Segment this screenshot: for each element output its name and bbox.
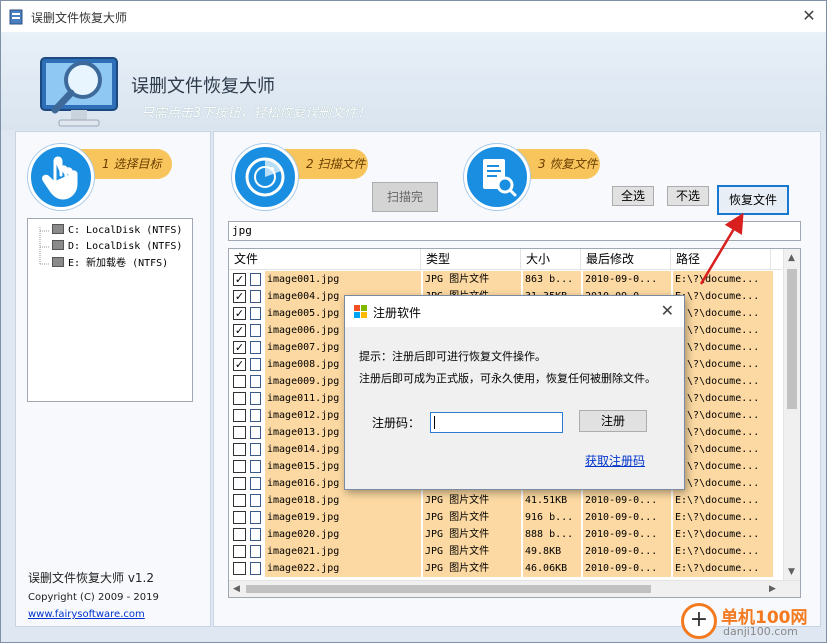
- plus-circle-logo-icon: +: [681, 603, 717, 639]
- registration-code-input[interactable]: [430, 412, 563, 433]
- watermark-url: danji100.com: [723, 625, 798, 638]
- text-caret: [434, 416, 435, 429]
- code-label: 注册码：: [372, 416, 421, 430]
- dialog-hint-line-2: 注册后即可成为正式版，可永久使用，恢复任何被删除文件。: [359, 372, 656, 385]
- arrow-to-recover-button: [699, 212, 744, 285]
- register-dialog: 注册软件 ✕ 提示：注册后即可进行恢复文件操作。 注册后即可成为正式版，可永久使…: [344, 295, 685, 490]
- watermark: + 单机100网 danji100.com: [681, 601, 826, 642]
- register-button[interactable]: 注册: [579, 410, 647, 432]
- app-window: 误删文件恢复大师 ✕ 误删文件恢复大师 只需点击3下按钮，轻松恢复误删文件！ 1…: [0, 0, 827, 643]
- dialog-hint-line-1: 提示：注册后即可进行恢复文件操作。: [359, 350, 546, 363]
- get-code-link[interactable]: 获取注册码: [585, 452, 645, 469]
- dialog-title-bar: 注册软件 ✕: [345, 296, 684, 327]
- windows-logo-icon: [354, 305, 367, 318]
- dialog-title: 注册软件: [373, 306, 422, 320]
- close-icon[interactable]: ✕: [661, 301, 674, 320]
